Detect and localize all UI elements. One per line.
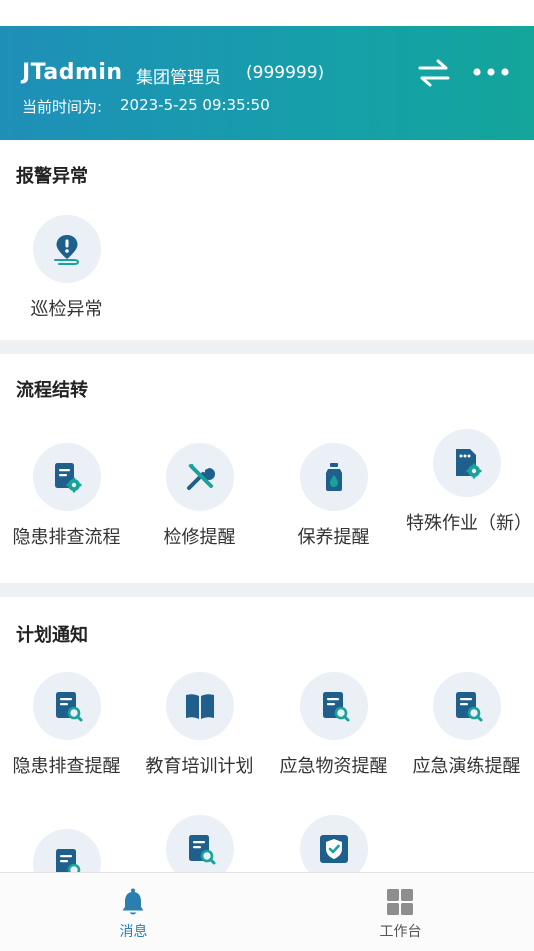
file-gear-icon (432, 429, 501, 497)
item-hazard-reminder[interactable]: 隐患排查提醒 (0, 672, 133, 779)
item-label: 特殊作业（新） (406, 513, 532, 534)
time-label: 当前时间为: (22, 98, 103, 116)
item-plan-6[interactable] (133, 815, 266, 872)
shield-check-icon (299, 815, 368, 872)
section-title: 流程结转 (16, 380, 88, 401)
status-bar (0, 0, 534, 26)
item-label: 教育培训计划 (145, 756, 254, 777)
item-label: 隐患排查流程 (12, 527, 121, 548)
item-label: 应急物资提醒 (279, 756, 388, 777)
tab-workbench[interactable]: 工作台 (267, 873, 534, 951)
app-header: JTadmin 集团管理员 (999999) 当前时间为: 2023-5-25 … (0, 26, 534, 140)
tab-label: 消息 (119, 924, 148, 940)
item-label: 检修提醒 (163, 527, 236, 548)
tools-icon (165, 443, 234, 511)
user-role: 集团管理员 (136, 68, 221, 88)
item-emergency-supplies[interactable]: 应急物资提醒 (267, 672, 400, 779)
doc-search-icon (299, 672, 368, 740)
tab-messages[interactable]: 消息 (0, 873, 267, 951)
section-title: 计划通知 (16, 625, 88, 646)
bottle-drop-icon (299, 443, 368, 511)
item-training-plan[interactable]: 教育培训计划 (133, 672, 266, 779)
section-flow: 流程结转 隐患排查流程 检修提醒 保养提醒 特殊作业（新） (0, 354, 534, 583)
item-inspection-alarm[interactable]: 巡检异常 (0, 215, 133, 322)
tab-label: 工作台 (379, 924, 422, 940)
item-plan-7[interactable] (267, 815, 400, 872)
user-code: (999999) (246, 63, 325, 83)
item-label: 应急演练提醒 (412, 756, 521, 777)
doc-search-icon (432, 672, 501, 740)
section-title: 报警异常 (16, 166, 88, 187)
doc-search-icon (32, 829, 101, 872)
item-repair-reminder[interactable]: 检修提醒 (133, 443, 266, 550)
book-icon (165, 672, 234, 740)
grid-icon (385, 887, 415, 917)
item-maintenance-reminder[interactable]: 保养提醒 (267, 443, 400, 550)
item-hazard-flow[interactable]: 隐患排查流程 (0, 443, 133, 550)
current-time: 2023-5-25 09:35:50 (120, 96, 270, 114)
doc-search-icon (32, 672, 101, 740)
item-label: 保养提醒 (297, 527, 370, 548)
doc-gear-icon (32, 443, 101, 511)
switch-icon[interactable] (416, 58, 452, 88)
section-plan: 计划通知 隐患排查提醒 教育培训计划 应急物资提醒 应急演练提醒 (0, 597, 534, 872)
more-icon[interactable] (470, 58, 512, 86)
item-label: 巡检异常 (30, 299, 103, 320)
location-alert-icon (32, 215, 101, 283)
username: JTadmin (22, 60, 123, 85)
item-emergency-drill[interactable]: 应急演练提醒 (400, 672, 533, 779)
bell-icon (118, 887, 148, 917)
section-alarm: 报警异常 巡检异常 (0, 140, 534, 340)
doc-search-icon (165, 815, 234, 872)
item-special-work[interactable]: 特殊作业（新） (400, 429, 533, 536)
item-plan-5[interactable] (0, 829, 133, 872)
bottom-tab-bar: 消息 工作台 (0, 872, 534, 951)
item-label: 隐患排查提醒 (12, 756, 121, 777)
